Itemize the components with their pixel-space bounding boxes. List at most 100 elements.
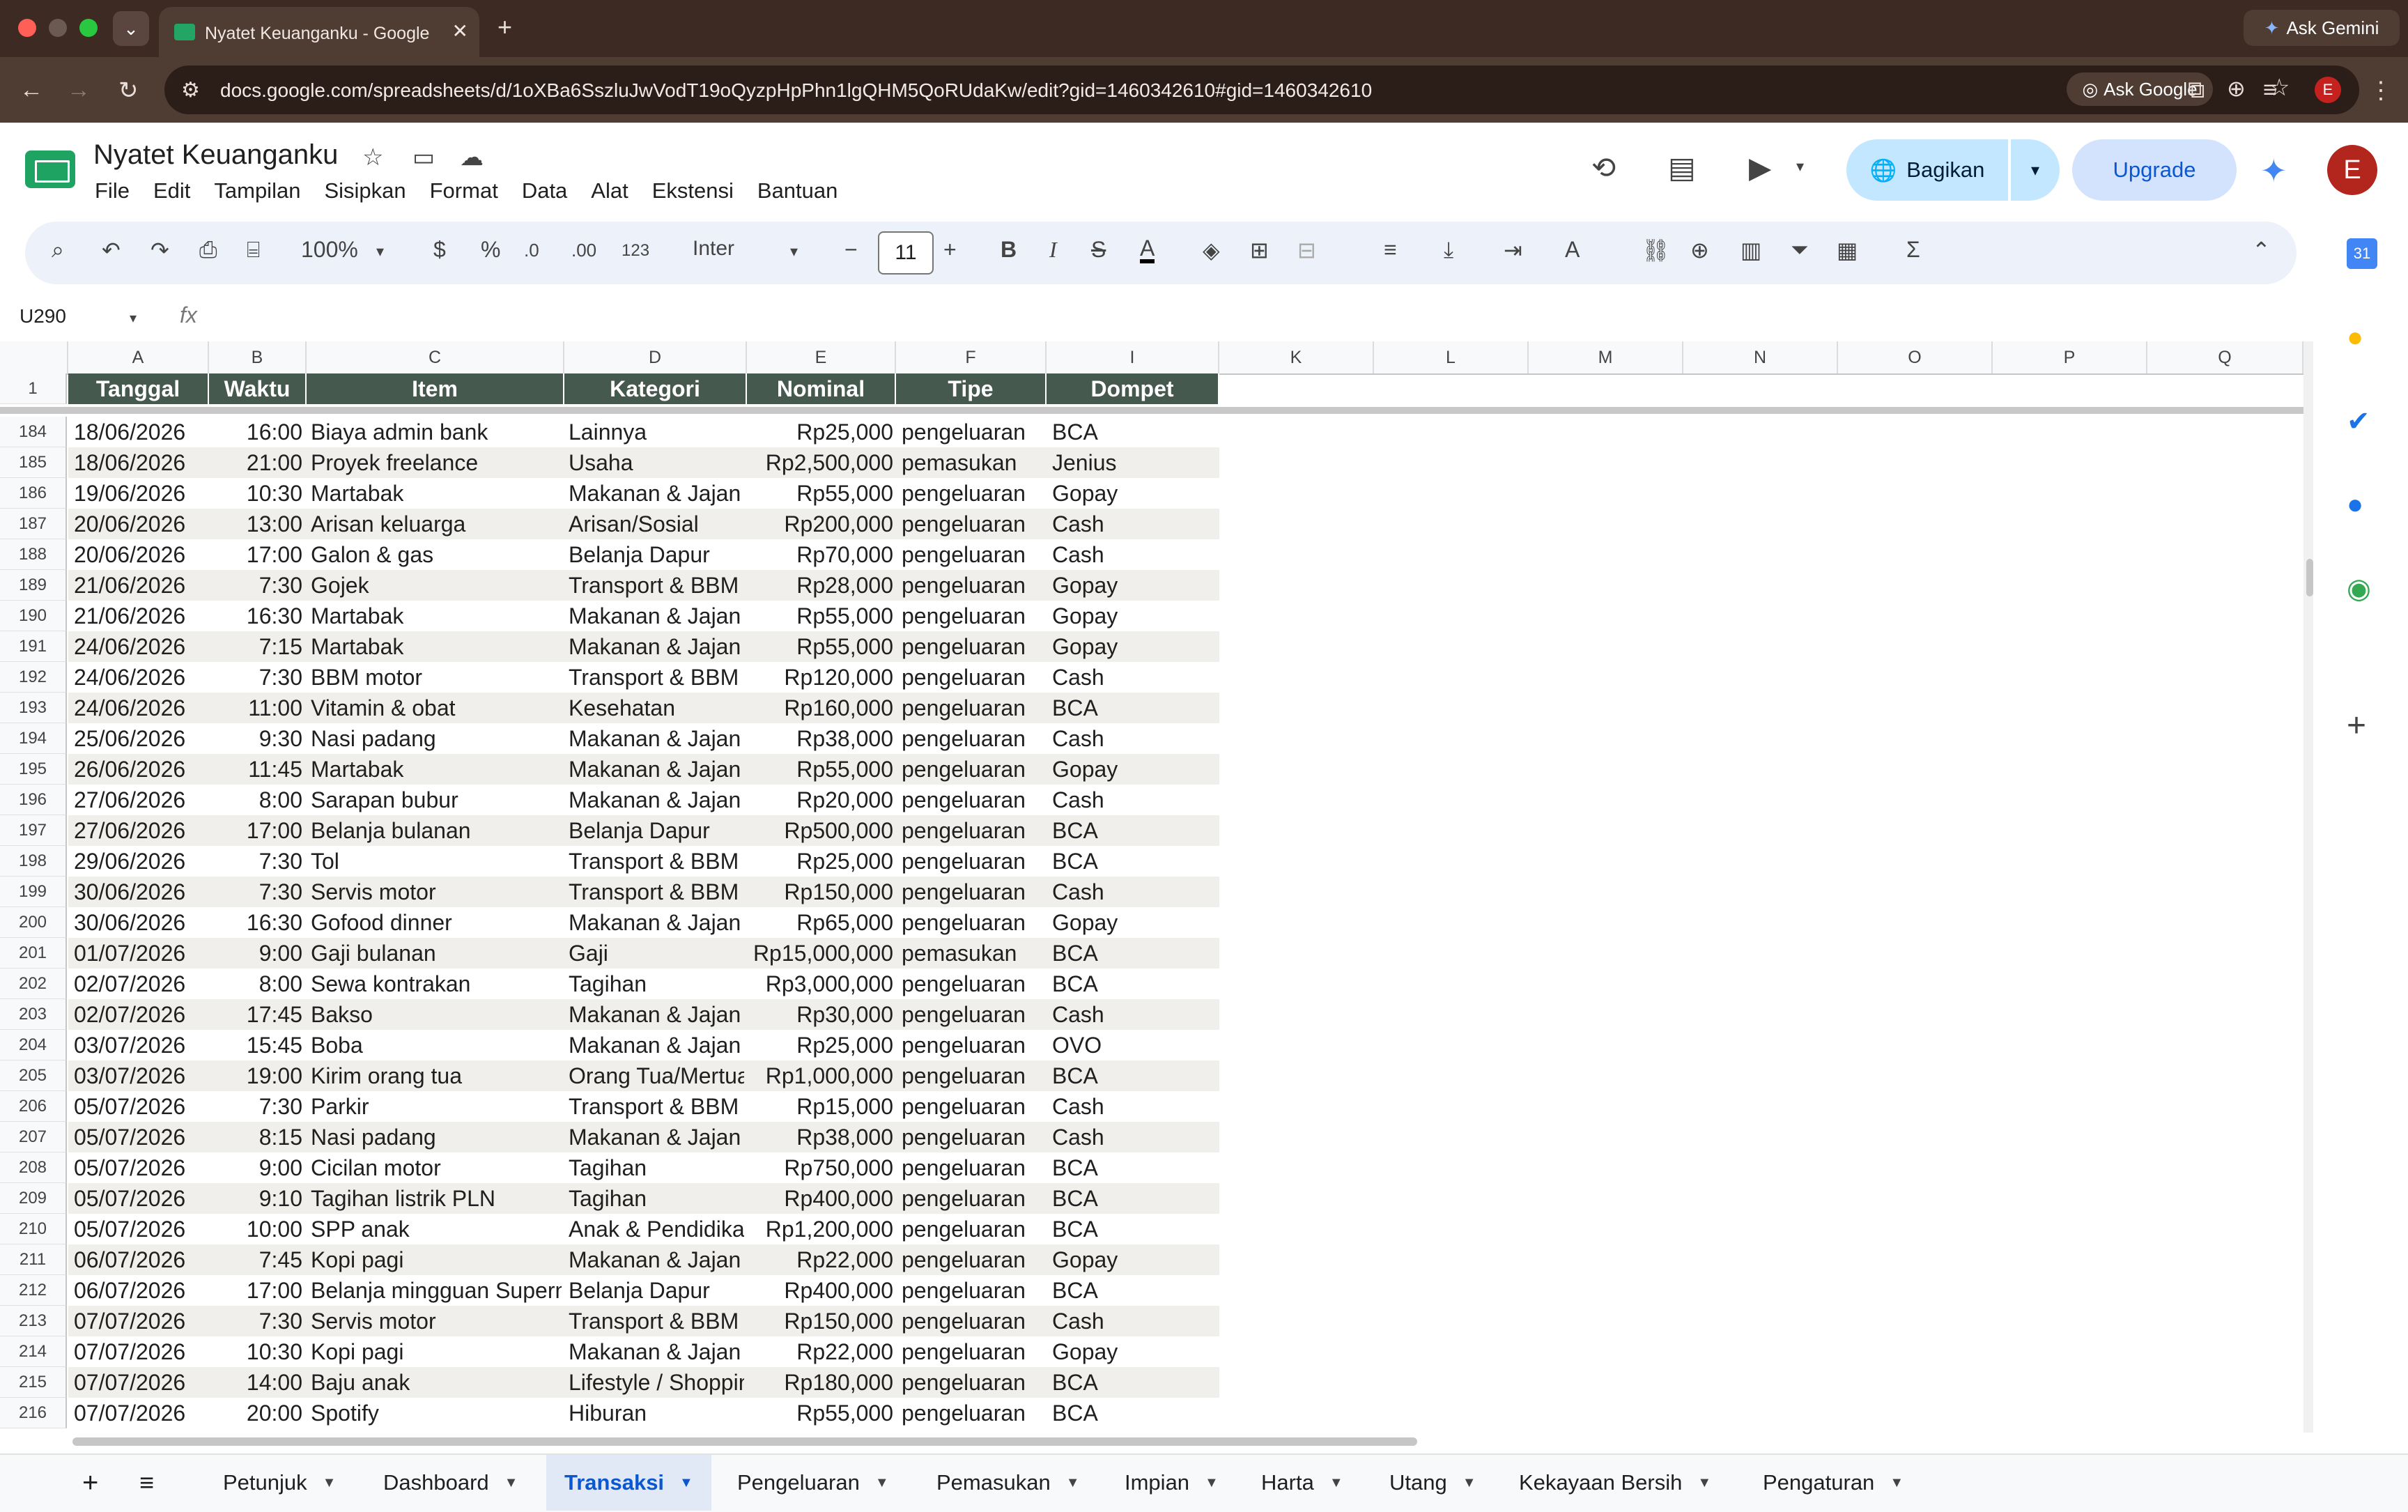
- cell-dompet[interactable]: BCA: [1052, 1367, 1217, 1398]
- header-cell-nominal[interactable]: Nominal: [747, 373, 896, 404]
- vertical-scrollbar[interactable]: [2303, 341, 2313, 1433]
- cell-tipe[interactable]: pengeluaran: [902, 1336, 1045, 1367]
- cell-nominal[interactable]: Rp2,500,000: [747, 447, 893, 478]
- header-cell-tanggal[interactable]: Tanggal: [68, 373, 209, 404]
- column-header-c[interactable]: C: [307, 341, 564, 373]
- row-number[interactable]: 201: [0, 938, 67, 969]
- horizontal-scroll-thumb[interactable]: [72, 1437, 1417, 1446]
- cell-tanggal[interactable]: 07/07/2026: [74, 1367, 206, 1398]
- cell-tanggal[interactable]: 02/07/2026: [74, 969, 206, 999]
- cell-waktu[interactable]: 15:45: [209, 1030, 302, 1060]
- cell-dompet[interactable]: BCA: [1052, 693, 1217, 723]
- cell-nominal[interactable]: Rp70,000: [747, 539, 893, 570]
- cell-kategori[interactable]: Makanan & Jajan: [569, 1122, 744, 1152]
- row-number[interactable]: 184: [0, 417, 67, 447]
- cell-kategori[interactable]: Orang Tua/Mertua: [569, 1060, 744, 1091]
- row-number[interactable]: 186: [0, 478, 67, 509]
- cell-dompet[interactable]: Cash: [1052, 1122, 1217, 1152]
- cell-waktu[interactable]: 7:30: [209, 570, 302, 601]
- cell-kategori[interactable]: Gaji: [569, 938, 744, 969]
- cell-item[interactable]: Tagihan listrik PLN: [311, 1183, 562, 1214]
- cell-nominal[interactable]: Rp3,000,000: [747, 969, 893, 999]
- cell-dompet[interactable]: BCA: [1052, 417, 1217, 447]
- cell-tanggal[interactable]: 05/07/2026: [74, 1214, 206, 1244]
- cell-tanggal[interactable]: 06/07/2026: [74, 1275, 206, 1306]
- filter-views-icon[interactable]: ▦: [1837, 237, 1858, 263]
- row-number[interactable]: 205: [0, 1060, 67, 1091]
- cell-waktu[interactable]: 7:30: [209, 877, 302, 907]
- cell-waktu[interactable]: 9:30: [209, 723, 302, 754]
- cell-item[interactable]: Biaya admin bank: [311, 417, 562, 447]
- row-number[interactable]: 215: [0, 1367, 67, 1398]
- row-number[interactable]: 216: [0, 1398, 67, 1428]
- cell-dompet[interactable]: BCA: [1052, 969, 1217, 999]
- cell-item[interactable]: Servis motor: [311, 1306, 562, 1336]
- cell-tanggal[interactable]: 18/06/2026: [74, 447, 206, 478]
- row-number[interactable]: 214: [0, 1336, 67, 1367]
- cell-tanggal[interactable]: 03/07/2026: [74, 1060, 206, 1091]
- row-number[interactable]: 187: [0, 509, 67, 539]
- select-all-corner[interactable]: [0, 341, 68, 373]
- cell-kategori[interactable]: Lifestyle / Shopping: [569, 1367, 744, 1398]
- cell-waktu[interactable]: 17:00: [209, 815, 302, 846]
- chevron-down-icon[interactable]: ▼: [1890, 1475, 1904, 1491]
- tasks-icon[interactable]: ✔: [2347, 406, 2370, 438]
- cell-kategori[interactable]: Belanja Dapur: [569, 815, 744, 846]
- chevron-down-icon[interactable]: ▼: [323, 1475, 337, 1491]
- site-settings-icon[interactable]: ⚙: [181, 78, 200, 102]
- cell-nominal[interactable]: Rp55,000: [747, 1398, 893, 1428]
- cell-nominal[interactable]: Rp15,000,000: [747, 938, 893, 969]
- row-number[interactable]: 203: [0, 999, 67, 1030]
- cell-waktu[interactable]: 16:30: [209, 907, 302, 938]
- cell-waktu[interactable]: 13:00: [209, 509, 302, 539]
- row-number[interactable]: 211: [0, 1244, 67, 1275]
- window-minimize-icon[interactable]: [49, 19, 67, 37]
- cell-dompet[interactable]: BCA: [1052, 1398, 1217, 1428]
- cell-tanggal[interactable]: 21/06/2026: [74, 570, 206, 601]
- cell-item[interactable]: Boba: [311, 1030, 562, 1060]
- cell-nominal[interactable]: Rp200,000: [747, 509, 893, 539]
- cell-nominal[interactable]: Rp22,000: [747, 1336, 893, 1367]
- cell-nominal[interactable]: Rp400,000: [747, 1183, 893, 1214]
- cell-item[interactable]: Tol: [311, 846, 562, 877]
- cell-nominal[interactable]: Rp1,200,000: [747, 1214, 893, 1244]
- meet-camera-icon[interactable]: ▶: [1749, 151, 1771, 185]
- cell-tipe[interactable]: pengeluaran: [902, 601, 1045, 631]
- cell-dompet[interactable]: Gopay: [1052, 601, 1217, 631]
- cell-item[interactable]: Galon & gas: [311, 539, 562, 570]
- cell-tanggal[interactable]: 02/07/2026: [74, 999, 206, 1030]
- cell-item[interactable]: Kopi pagi: [311, 1244, 562, 1275]
- cell-dompet[interactable]: BCA: [1052, 1275, 1217, 1306]
- column-header-n[interactable]: N: [1683, 341, 1838, 373]
- font-dropdown-icon[interactable]: ▾: [790, 242, 798, 261]
- version-history-icon[interactable]: ⟲: [1591, 151, 1616, 185]
- cell-nominal[interactable]: Rp750,000: [747, 1152, 893, 1183]
- cell-kategori[interactable]: Transport & BBM: [569, 662, 744, 693]
- cell-tipe[interactable]: pengeluaran: [902, 1244, 1045, 1275]
- column-header-o[interactable]: O: [1838, 341, 1993, 373]
- cell-kategori[interactable]: Lainnya: [569, 417, 744, 447]
- sheets-logo-icon[interactable]: [25, 151, 75, 188]
- cell-dompet[interactable]: Jenius: [1052, 447, 1217, 478]
- cell-dompet[interactable]: BCA: [1052, 1183, 1217, 1214]
- sheet-tab-pemasukan[interactable]: Pemasukan ▼: [920, 1455, 1097, 1511]
- menu-extensions[interactable]: Ekstensi: [652, 178, 734, 203]
- cell-item[interactable]: Kopi pagi: [311, 1336, 562, 1367]
- comments-icon[interactable]: ▤: [1668, 151, 1696, 185]
- cell-dompet[interactable]: Gopay: [1052, 1336, 1217, 1367]
- row-number[interactable]: 197: [0, 815, 67, 846]
- cell-dompet[interactable]: Gopay: [1052, 570, 1217, 601]
- cell-kategori[interactable]: Makanan & Jajan: [569, 999, 744, 1030]
- cell-tipe[interactable]: pengeluaran: [902, 1367, 1045, 1398]
- row-number[interactable]: 200: [0, 907, 67, 938]
- name-box[interactable]: U290: [20, 305, 66, 327]
- cell-waktu[interactable]: 9:10: [209, 1183, 302, 1214]
- strikethrough-icon[interactable]: S: [1091, 237, 1106, 263]
- header-cell-item[interactable]: Item: [307, 373, 564, 404]
- cell-kategori[interactable]: Belanja Dapur: [569, 1275, 744, 1306]
- cell-item[interactable]: Cicilan motor: [311, 1152, 562, 1183]
- cell-item[interactable]: Sewa kontrakan: [311, 969, 562, 999]
- decrease-font-size-icon[interactable]: −: [844, 237, 858, 263]
- freeze-divider[interactable]: [0, 407, 2303, 414]
- cell-item[interactable]: Bakso: [311, 999, 562, 1030]
